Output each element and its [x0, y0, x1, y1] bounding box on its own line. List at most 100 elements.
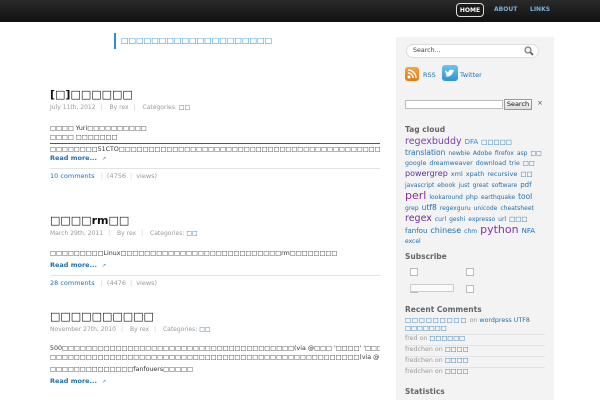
subscribe-checkbox[interactable]	[410, 268, 418, 276]
recent-comment-link[interactable]: □□□□	[445, 368, 469, 375]
tag-link[interactable]: curl	[435, 215, 446, 225]
post: □□□□rm□□ March 29th, 2011 | By rex | Categ…	[50, 214, 380, 287]
external-link-icon: ↗	[101, 379, 107, 385]
read-more-link[interactable]: Read more...	[50, 377, 97, 386]
tag-link[interactable]: earthquake	[481, 193, 515, 203]
tag-link[interactable]: xml	[451, 169, 463, 179]
tag-link[interactable]: asp	[517, 149, 528, 159]
recent-comment: □□□□□□□□□ on wordpress UTF8 □□□□□□□	[405, 317, 530, 332]
tag-link[interactable]: regexguru	[440, 204, 471, 214]
post-categories-label: Categories:	[162, 326, 198, 333]
search-icon[interactable]	[524, 46, 534, 56]
tag-link[interactable]: dreamweaver	[429, 159, 472, 169]
search-placeholder: Search...	[413, 47, 441, 54]
search-button[interactable]: Search	[504, 99, 532, 110]
recent-comment-link[interactable]: □□□□□□	[429, 335, 465, 342]
twitter-link[interactable]: Twitter	[460, 67, 482, 83]
tag-link[interactable]: firefox	[495, 149, 514, 159]
tag-link[interactable]: pdf	[520, 180, 531, 190]
tag-link[interactable]: excel	[405, 237, 421, 247]
post-text: □□□□ Yuri□□□□□□□□□□	[50, 125, 147, 132]
post-text: □□□□□□□□□□□□□□□□□□□□□□□□□□□□□□□□□□□□□□□□…	[50, 354, 380, 361]
post-categories-label: Categories:	[142, 104, 177, 111]
tag-link[interactable]: NFA	[522, 226, 535, 236]
tag-link[interactable]: powergrep	[405, 169, 448, 179]
tag-link[interactable]: download	[476, 159, 506, 169]
read-more-link[interactable]: Read more...	[50, 261, 97, 270]
tag-link[interactable]: xpath	[466, 169, 485, 179]
tag-link[interactable]: fanfou	[405, 226, 427, 236]
tag-link[interactable]: tool	[518, 192, 532, 202]
tag-link[interactable]: unicode	[474, 204, 498, 214]
tag-link[interactable]: trie	[509, 159, 520, 169]
nav-about[interactable]: ABOUT	[494, 3, 517, 17]
view-count: 4476	[109, 279, 126, 287]
twitter-icon[interactable]	[442, 65, 458, 81]
tag-link[interactable]: regex	[405, 214, 432, 224]
subscribe-checkbox[interactable]	[466, 268, 474, 276]
tag-link[interactable]: newbie	[448, 149, 470, 159]
rss-link[interactable]: RSS	[423, 67, 436, 83]
tag-link[interactable]: Adobe	[473, 149, 492, 159]
tag-link[interactable]: □□	[530, 149, 541, 159]
tag-link[interactable]: utf8	[422, 203, 437, 213]
post-date: March 29th, 2011	[50, 230, 104, 237]
comments-link[interactable]: 10 comments	[50, 172, 95, 180]
recent-comment: fred on □□□□□□	[405, 335, 466, 342]
tag-link[interactable]: software	[491, 181, 517, 191]
tag-link[interactable]: great	[473, 181, 489, 191]
top-navigation-bar: HOME ABOUT LINKS	[0, 0, 600, 22]
subscribe-checkbox[interactable]	[466, 285, 474, 293]
recent-comment-link[interactable]: □□□□	[445, 346, 469, 353]
rss-icon[interactable]	[405, 67, 419, 81]
post-footer: 10 comments | (4756 | views)	[50, 168, 380, 180]
tag-link[interactable]: recursive	[487, 169, 517, 179]
nav-home[interactable]: HOME	[456, 3, 484, 17]
post-meta: November 27th, 2010 | By rex | Categories:…	[50, 326, 211, 333]
post: [□]□□□□□□ July 11th, 2012 | By rex | Categ…	[50, 88, 380, 180]
tag-link[interactable]: perl	[405, 190, 426, 201]
tag-link[interactable]: ebook	[437, 181, 455, 191]
divider	[50, 143, 380, 144]
tag-link[interactable]: just	[459, 181, 470, 191]
tag-link[interactable]: geshi	[449, 215, 465, 225]
external-link-icon: ↗	[101, 156, 107, 162]
post-author: By rex	[117, 230, 137, 237]
tag-link[interactable]: □□	[520, 169, 532, 179]
comments-link[interactable]: 28 comments	[50, 279, 95, 287]
tag-link[interactable]: regexbuddy	[405, 137, 462, 147]
tag-link[interactable]: google	[405, 159, 426, 169]
search-field[interactable]	[405, 100, 503, 109]
nav-links[interactable]: LINKS	[530, 3, 550, 17]
tag-link[interactable]: python	[480, 224, 518, 235]
post-author: By rex	[109, 104, 129, 111]
sidebar: Search... RSS Twitter Search × Tag cloud…	[396, 37, 554, 400]
search-input[interactable]: Search...	[406, 44, 539, 58]
post-title[interactable]: [□]□□□□□□	[50, 88, 380, 102]
post-category-link[interactable]: □□	[199, 326, 210, 333]
recent-comment-link[interactable]: □□□□	[445, 357, 469, 364]
post-text: □□□□□□□□□□□□□□fanfouers□□□□□	[50, 366, 193, 373]
recent-comment: fredchen on □□□□	[405, 346, 469, 353]
external-link-icon: ↗	[101, 263, 107, 269]
post-category-link[interactable]: □□	[179, 104, 190, 111]
close-icon[interactable]: ×	[537, 99, 543, 107]
tag-link[interactable]: cheatsheet	[500, 204, 534, 214]
post-meta: July 11th, 2012 | By rex | Categories: □□	[50, 104, 191, 111]
post-title[interactable]: □□□□□□□□□□	[50, 310, 380, 324]
tag-link[interactable]: chm	[464, 227, 477, 237]
subscribe-field[interactable]	[410, 284, 454, 292]
post-title[interactable]: □□□□rm□□	[50, 214, 380, 228]
tag-link[interactable]: translation	[405, 148, 445, 158]
tag-link[interactable]: □□□□□	[481, 137, 512, 147]
tag-cloud: regexbuddy DFA □□□□□ translation newbie Adobe…	[405, 137, 545, 247]
tag-link[interactable]: chinese	[430, 226, 461, 236]
post: □□□□□□□□□□ November 27th, 2010 | By rex | …	[50, 310, 380, 386]
tag-link[interactable]: □□	[523, 159, 535, 169]
tag-link[interactable]: lookaround	[429, 193, 462, 203]
post-text: □□□□ □□□□□□□	[50, 134, 118, 141]
post-category-link[interactable]: □□	[186, 230, 197, 237]
tag-link[interactable]: php	[466, 193, 478, 203]
tag-link[interactable]: DFA	[465, 137, 479, 147]
read-more-link[interactable]: Read more...	[50, 154, 97, 163]
